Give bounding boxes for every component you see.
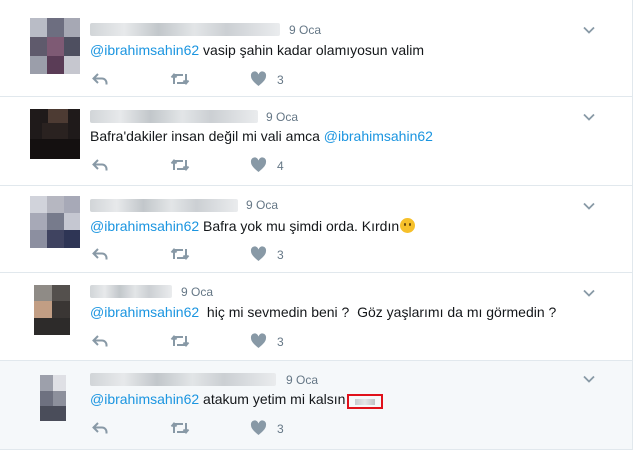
retweet-icon[interactable] <box>170 419 190 437</box>
avatar[interactable] <box>30 109 80 165</box>
author-name-redacted[interactable] <box>90 110 258 123</box>
tweet-date[interactable]: 9 Oca <box>266 110 298 124</box>
tweet-text: @ibrahimsahin62 hiç mi sevmedin beni ? G… <box>90 304 556 320</box>
face-without-mouth-emoji <box>400 218 416 233</box>
mention-link[interactable]: @ibrahimsahin62 <box>324 128 433 144</box>
heart-icon[interactable] <box>250 245 267 263</box>
avatar[interactable] <box>30 18 80 74</box>
tweet-item[interactable]: 9 Oca @ibrahimsahin62 atakum yetim mi ka… <box>0 361 632 450</box>
tweet-text: @ibrahimsahin62 atakum yetim mi kalsın <box>90 391 384 409</box>
reply-icon[interactable] <box>92 419 108 437</box>
tweet-item[interactable]: 9 Oca @ibrahimsahin62 vasip şahin kadar … <box>0 10 632 97</box>
heart-icon[interactable] <box>250 70 267 88</box>
like-count: 3 <box>277 73 284 87</box>
tweet-item[interactable]: 9 Oca @ibrahimsahin62 hiç mi sevmedin be… <box>0 273 632 361</box>
tweet-item[interactable]: 9 Oca Bafra'dakiler insan değil mi vali … <box>0 97 632 186</box>
tweet-date[interactable]: 9 Oca <box>289 23 321 37</box>
tweet-body: vasip şahin kadar olamıyosun valim <box>199 42 425 58</box>
avatar[interactable] <box>30 196 80 252</box>
tweet-body: Bafra'dakiler insan değil mi vali amca <box>90 128 324 144</box>
tweet-body: Bafra yok mu şimdi orda. Kırdın <box>199 218 400 234</box>
chevron-down-icon[interactable] <box>582 199 596 213</box>
retweet-icon[interactable] <box>170 245 190 263</box>
reply-icon[interactable] <box>92 245 108 263</box>
tweet-text: @ibrahimsahin62 Bafra yok mu şimdi orda.… <box>90 218 416 234</box>
like-count: 3 <box>277 335 284 349</box>
avatar[interactable] <box>30 375 80 431</box>
reply-icon[interactable] <box>92 156 108 174</box>
heart-icon[interactable] <box>250 156 267 174</box>
mention-link[interactable]: @ibrahimsahin62 <box>90 218 199 234</box>
heart-icon[interactable] <box>250 419 267 437</box>
like-count: 4 <box>277 159 284 173</box>
chevron-down-icon[interactable] <box>582 286 596 300</box>
tweet-text: Bafra'dakiler insan değil mi vali amca @… <box>90 128 433 144</box>
chevron-down-icon[interactable] <box>582 23 596 37</box>
tweet-text: @ibrahimsahin62 vasip şahin kadar olamıy… <box>90 42 424 58</box>
reply-icon[interactable] <box>92 332 108 350</box>
tweet-date[interactable]: 9 Oca <box>181 285 213 299</box>
timeline: 9 Oca @ibrahimsahin62 vasip şahin kadar … <box>0 0 633 450</box>
tweet-body: atakum yetim mi kalsın <box>199 391 346 407</box>
retweet-icon[interactable] <box>170 332 190 350</box>
tweet-date[interactable]: 9 Oca <box>246 198 278 212</box>
tweet-item[interactable]: 9 Oca @ibrahimsahin62 Bafra yok mu şimdi… <box>0 186 632 273</box>
tweet-body: hiç mi sevmedin beni ? Göz yaşlarımı da … <box>199 304 557 320</box>
mention-link[interactable]: @ibrahimsahin62 <box>90 42 199 58</box>
redaction-highlight-box <box>347 394 384 409</box>
author-name-redacted[interactable] <box>90 199 238 212</box>
author-name-redacted[interactable] <box>90 373 276 386</box>
mention-link[interactable]: @ibrahimsahin62 <box>90 391 199 407</box>
author-name-redacted[interactable] <box>90 285 172 298</box>
like-count: 3 <box>277 422 284 436</box>
author-name-redacted[interactable] <box>90 23 280 36</box>
chevron-down-icon[interactable] <box>582 110 596 124</box>
tweet-date[interactable]: 9 Oca <box>286 373 318 387</box>
chevron-down-icon[interactable] <box>582 372 596 386</box>
reply-icon[interactable] <box>92 70 108 88</box>
retweet-icon[interactable] <box>170 156 190 174</box>
mention-link[interactable]: @ibrahimsahin62 <box>90 304 199 320</box>
avatar[interactable] <box>30 285 80 341</box>
like-count: 3 <box>277 248 284 262</box>
heart-icon[interactable] <box>250 332 267 350</box>
retweet-icon[interactable] <box>170 70 190 88</box>
